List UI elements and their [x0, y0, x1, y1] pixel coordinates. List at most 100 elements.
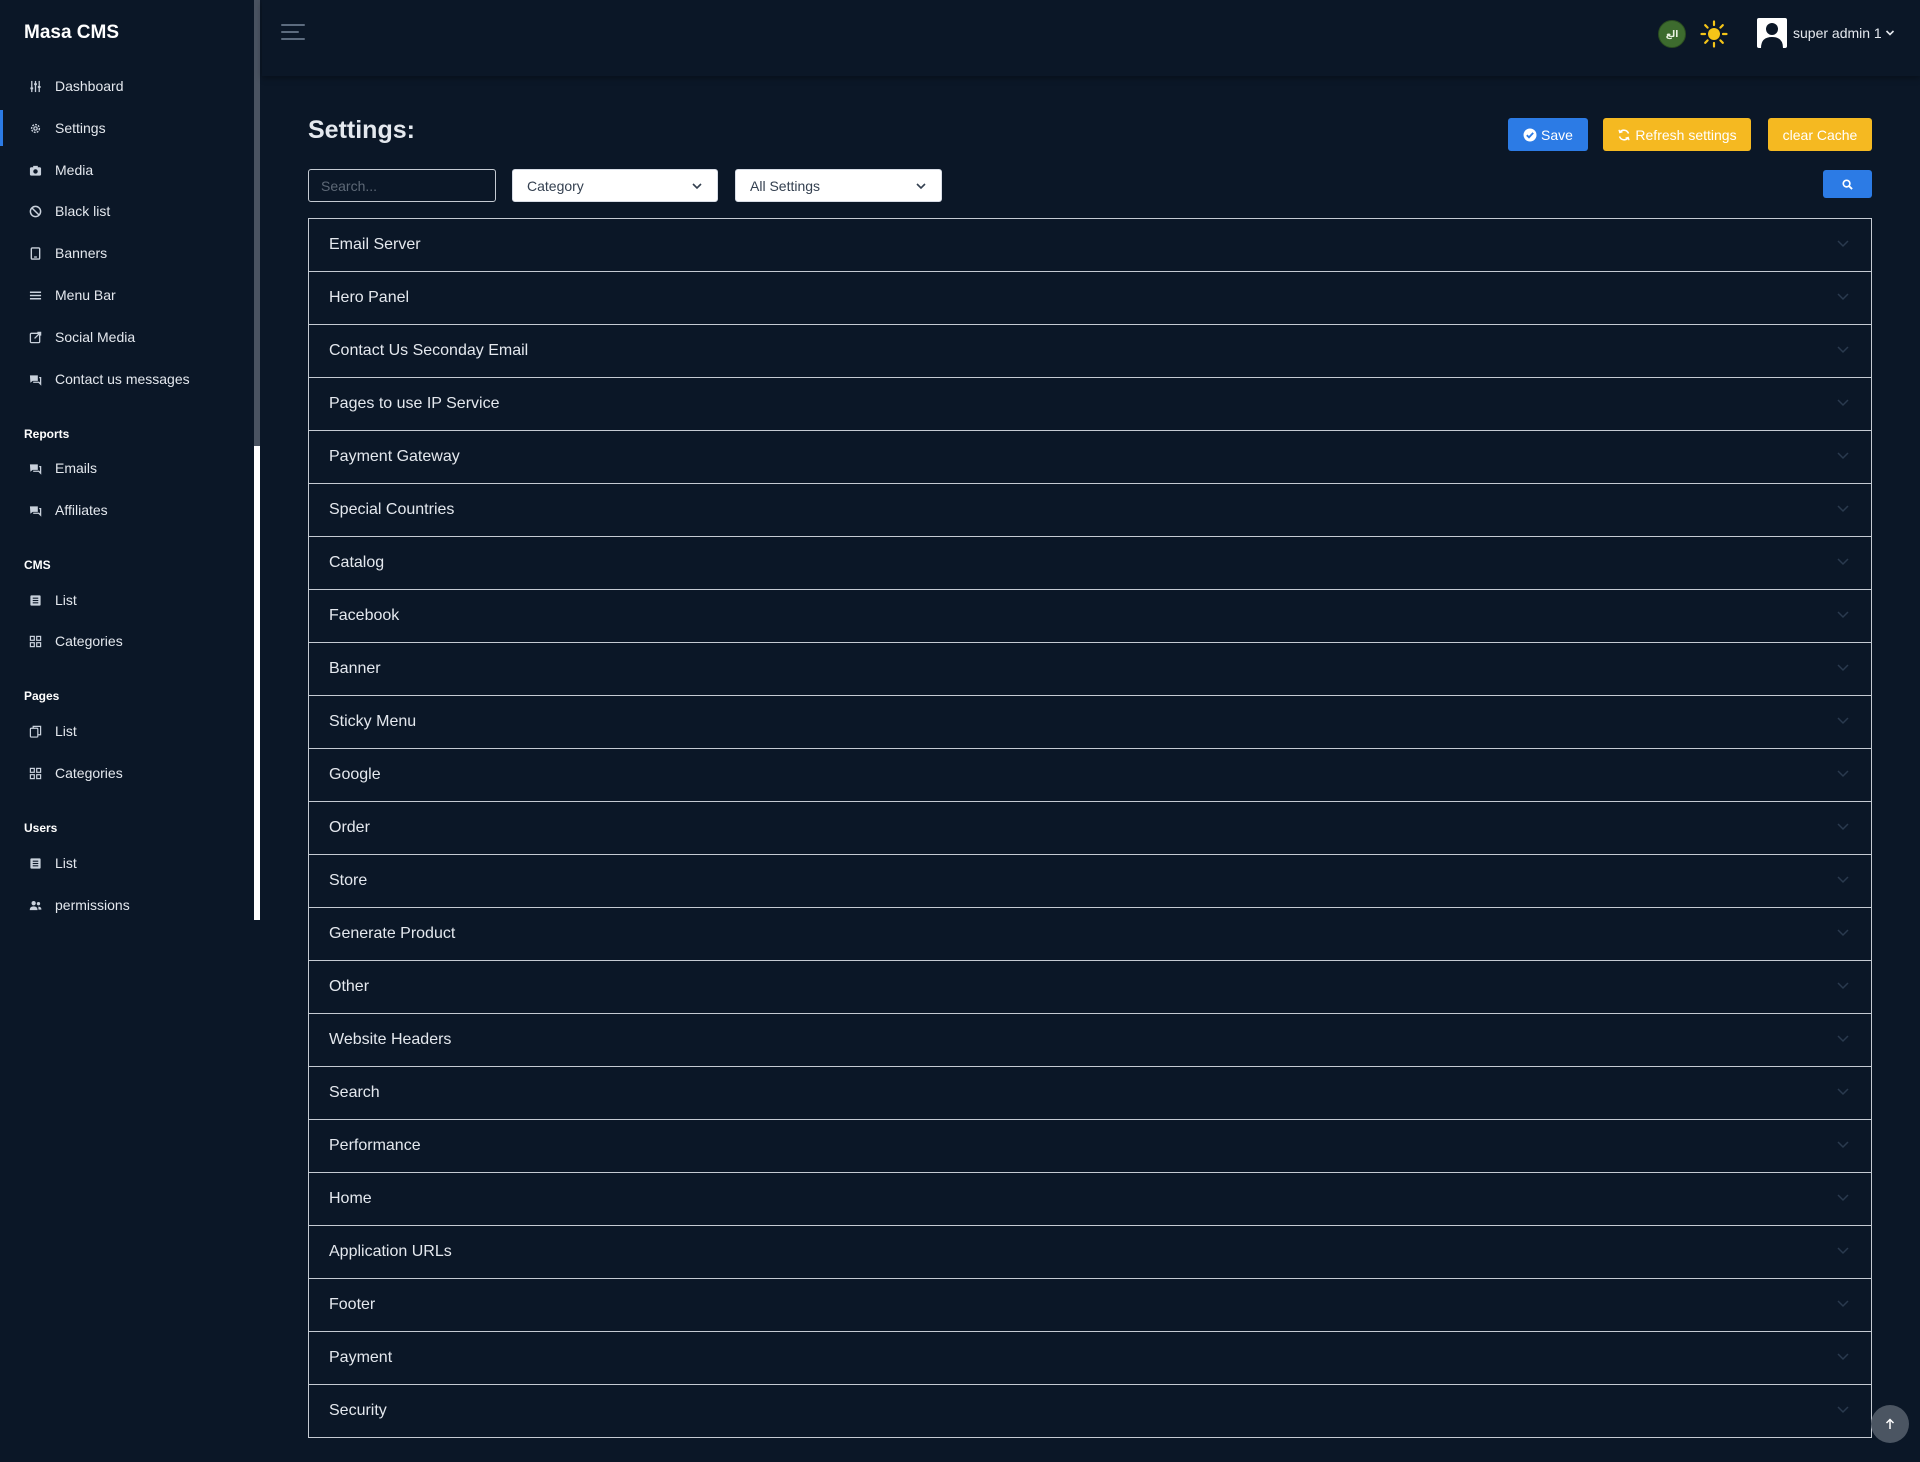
chevron-down-icon [1835, 1348, 1851, 1369]
sliders-icon [28, 79, 42, 93]
sidebar-item-label: List [55, 592, 77, 608]
accordion-item-performance[interactable]: Performance [309, 1120, 1871, 1173]
accordion-item-label: Email Server [329, 236, 421, 253]
chevron-down-icon [1835, 1030, 1851, 1051]
share-square-icon [28, 330, 42, 344]
accordion-item-payment-gateway[interactable]: Payment Gateway [309, 431, 1871, 484]
sidebar-item-social-media[interactable]: Social Media [0, 319, 254, 355]
accordion-item-email-server[interactable]: Email Server [309, 219, 1871, 272]
sidebar-item-pages-list[interactable]: List [0, 713, 254, 749]
refresh-settings-label: Refresh settings [1635, 126, 1737, 143]
accordion-item-label: Footer [329, 1296, 376, 1313]
accordion-item-pages-to-use-ip-service[interactable]: Pages to use IP Service [309, 378, 1871, 431]
accordion-item-application-urls[interactable]: Application URLs [309, 1226, 1871, 1279]
accordion-item-google[interactable]: Google [309, 749, 1871, 802]
accordion-item-other[interactable]: Other [309, 961, 1871, 1014]
refresh-settings-button[interactable]: Refresh settings [1603, 118, 1751, 151]
chevron-down-icon [1835, 1295, 1851, 1316]
save-button[interactable]: Save [1508, 118, 1588, 151]
accordion-item-label: Catalog [329, 554, 385, 571]
chevron-down-icon [1835, 235, 1851, 256]
sidebar-item-label: Emails [55, 460, 98, 476]
sidebar-item-black-list[interactable]: Black list [0, 193, 254, 229]
sidebar-item-cms-categories[interactable]: Categories [0, 623, 254, 659]
accordion-item-label: Contact Us Seconday Email [329, 342, 529, 359]
sidebar-item-pages-categories[interactable]: Categories [0, 755, 254, 791]
all-settings-select-value: All Settings [750, 177, 821, 194]
chevron-down-icon [1835, 659, 1851, 680]
accordion-item-catalog[interactable]: Catalog [309, 537, 1871, 590]
clear-cache-button[interactable]: clear Cache [1768, 118, 1872, 151]
accordion-item-store[interactable]: Store [309, 855, 1871, 908]
accordion-item-label: Website Headers [329, 1031, 452, 1048]
search-button[interactable] [1823, 170, 1872, 198]
sidebar-scrollbar-thumb[interactable] [254, 0, 260, 446]
accordion-item-order[interactable]: Order [309, 802, 1871, 855]
language-flag-icon[interactable]: الع [1658, 20, 1686, 48]
chevron-down-icon [1835, 712, 1851, 733]
chevron-down-icon [692, 182, 702, 189]
accordion-item-generate-product[interactable]: Generate Product [309, 908, 1871, 961]
sidebar-section-users: Users [24, 821, 58, 835]
sun-icon[interactable] [1700, 20, 1728, 48]
chevron-down-icon [1835, 871, 1851, 892]
brand-logo[interactable]: Masa CMS [24, 22, 119, 44]
accordion-item-footer[interactable]: Footer [309, 1279, 1871, 1332]
accordion-item-payment[interactable]: Payment [309, 1332, 1871, 1385]
accordion-item-contact-us-seconday-email[interactable]: Contact Us Seconday Email [309, 325, 1871, 378]
accordion-item-label: Payment Gateway [329, 448, 460, 465]
accordion-item-website-headers[interactable]: Website Headers [309, 1014, 1871, 1067]
sidebar-item-users-permissions[interactable]: permissions [0, 887, 254, 923]
accordion-item-label: Search [329, 1084, 380, 1101]
chevron-down-icon [1885, 30, 1894, 36]
sidebar-item-reports-emails[interactable]: Emails [0, 450, 254, 486]
accordion-item-sticky-menu[interactable]: Sticky Menu [309, 696, 1871, 749]
accordion-item-hero-panel[interactable]: Hero Panel [309, 272, 1871, 325]
chevron-down-icon [1835, 553, 1851, 574]
sidebar-section-pages: Pages [24, 689, 60, 703]
accordion-item-home[interactable]: Home [309, 1173, 1871, 1226]
sidebar-item-users-list[interactable]: List [0, 845, 254, 881]
sidebar-item-menu-bar[interactable]: Menu Bar [0, 277, 254, 313]
sidebar-section-cms: CMS [24, 558, 51, 572]
sidebar-item-dashboard[interactable]: Dashboard [0, 68, 254, 104]
accordion-item-facebook[interactable]: Facebook [309, 590, 1871, 643]
refresh-icon [1618, 129, 1631, 140]
chevron-down-icon [1835, 765, 1851, 786]
sidebar-item-settings[interactable]: Settings [0, 110, 254, 146]
accordion-item-search[interactable]: Search [309, 1067, 1871, 1120]
chevron-down-icon [1835, 606, 1851, 627]
sidebar-item-label: List [55, 855, 77, 871]
sidebar-item-label: Dashboard [55, 78, 124, 94]
accordion-item-label: Banner [329, 660, 381, 677]
accordion-item-label: Performance [329, 1137, 421, 1154]
sidebar-item-reports-affiliates[interactable]: Affiliates [0, 492, 254, 528]
scroll-to-top-button[interactable] [1871, 1405, 1909, 1443]
chevron-down-icon [1835, 1189, 1851, 1210]
chevron-down-icon [1835, 1136, 1851, 1157]
menu-toggle-icon[interactable] [281, 24, 305, 44]
sidebar-item-label: Social Media [55, 329, 136, 345]
sidebar-item-label: Black list [55, 203, 111, 219]
grid-icon [28, 766, 42, 780]
page-title: Settings: [308, 116, 415, 144]
user-name: super admin 1 [1793, 25, 1882, 41]
sidebar-item-banners[interactable]: Banners [0, 235, 254, 271]
category-select[interactable]: Category [512, 169, 718, 202]
accordion-item-banner[interactable]: Banner [309, 643, 1871, 696]
all-settings-select[interactable]: All Settings [735, 169, 942, 202]
accordion-item-label: Order [329, 819, 370, 836]
save-button-label: Save [1541, 126, 1573, 143]
search-input[interactable] [308, 169, 496, 202]
bars-icon [28, 288, 42, 302]
accordion-item-special-countries[interactable]: Special Countries [309, 484, 1871, 537]
accordion-item-label: Generate Product [329, 925, 456, 942]
accordion-item-security[interactable]: Security [309, 1385, 1871, 1438]
accordion-item-label: Facebook [329, 607, 400, 624]
sidebar-item-contact-us-messages[interactable]: Contact us messages [0, 361, 254, 397]
list-icon [28, 593, 42, 607]
sidebar-item-media[interactable]: Media [0, 152, 254, 188]
sidebar-item-cms-list[interactable]: List [0, 582, 254, 618]
user-menu[interactable]: super admin 1 [1757, 17, 1895, 49]
chevron-down-icon [1835, 1083, 1851, 1104]
